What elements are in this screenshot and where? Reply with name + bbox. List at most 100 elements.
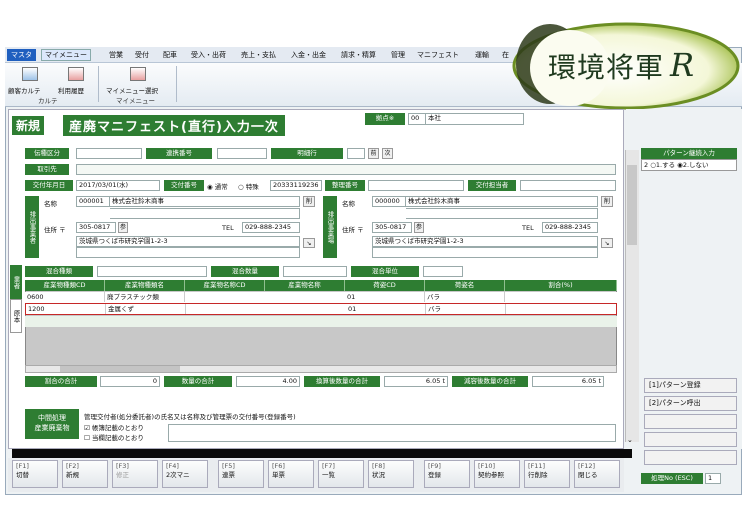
- menu-master[interactable]: マスタ: [7, 49, 36, 61]
- mymenu-select-icon[interactable]: [130, 67, 146, 81]
- empty-button-2[interactable]: [644, 432, 737, 447]
- menu-uriage[interactable]: 売上・支払: [241, 50, 276, 60]
- menu-ukeire[interactable]: 受入・出荷: [191, 50, 226, 60]
- middle-textarea[interactable]: [168, 424, 616, 442]
- left-name-input[interactable]: 株式会社鈴木商事: [110, 196, 300, 207]
- radio-special[interactable]: ○ 特殊: [238, 181, 259, 191]
- konbo-qty-input[interactable]: [283, 266, 347, 277]
- prev-button[interactable]: 前: [368, 148, 379, 159]
- right-name2-input[interactable]: [406, 208, 598, 219]
- left-name2-input[interactable]: [110, 208, 300, 219]
- right-addr-input[interactable]: 茨城県つくば市研究学園1-2-3: [372, 236, 598, 247]
- f4-button[interactable]: [F4] 2次マニ: [162, 460, 208, 488]
- radio-normal[interactable]: ◉ 通常: [207, 181, 228, 191]
- empty-button-3[interactable]: [644, 450, 737, 465]
- hscroll-thumb[interactable]: [60, 366, 180, 372]
- renkei-input[interactable]: [217, 148, 267, 159]
- meisai-label: 明細行: [271, 148, 343, 159]
- left-addr-search-icon[interactable]: ↘: [303, 238, 315, 248]
- pattern-opt2[interactable]: 2.しない: [683, 161, 709, 169]
- shori-input[interactable]: 1: [705, 473, 721, 484]
- denpyo-input[interactable]: [76, 148, 142, 159]
- left-code-input[interactable]: 000001: [76, 196, 110, 207]
- menu-unyu[interactable]: 運輸: [475, 50, 489, 60]
- tab-gyosha[interactable]: 業者: [10, 265, 22, 299]
- f11-button[interactable]: [F11] 行削除: [524, 460, 570, 488]
- left-addr2-input[interactable]: [76, 247, 300, 258]
- table-row-empty[interactable]: [25, 316, 617, 327]
- pattern-register-button[interactable]: [1]パターン登録: [644, 378, 737, 393]
- ribbon-karte-label[interactable]: 顧客カルテ: [8, 85, 41, 95]
- konbo-input[interactable]: [97, 266, 207, 277]
- f3-button[interactable]: [F3] 修正: [112, 460, 158, 488]
- pattern-radio-group[interactable]: 2 ○1.する ◉2.しない: [641, 159, 737, 171]
- left-tel-input[interactable]: 029-888-2345: [242, 222, 300, 233]
- f5-button[interactable]: [F5] 連票: [218, 460, 264, 488]
- fkey-label: 登録: [428, 471, 441, 479]
- fkey-num: [F12]: [578, 462, 596, 470]
- konbo-unit-input[interactable]: [423, 266, 463, 277]
- torihiki-input[interactable]: [76, 164, 616, 175]
- f10-button[interactable]: [F10] 契約参照: [474, 460, 520, 488]
- middle-opt1-checkbox[interactable]: ☑ 帳簿記載のとおり: [84, 422, 144, 432]
- menu-mymenu[interactable]: マイメニュー: [41, 49, 91, 61]
- right-code-input[interactable]: 000000: [372, 196, 406, 207]
- scroll-down-icon[interactable]: ⌄: [627, 436, 633, 444]
- karte-icon[interactable]: [22, 67, 38, 81]
- ribbon-group-mymenu: マイメニュー: [116, 97, 155, 105]
- pattern-call-button[interactable]: [2]パターン呼出: [644, 396, 737, 411]
- base-code-input[interactable]: 00: [408, 113, 426, 125]
- pattern-opt1[interactable]: 1.する: [656, 161, 675, 169]
- f9-button[interactable]: [F9] 登録: [424, 460, 470, 488]
- menu-uketsuke[interactable]: 受付: [135, 50, 149, 60]
- fkey-num: [F9]: [428, 462, 441, 470]
- menu-kanri[interactable]: 管理: [391, 50, 405, 60]
- right-zip-lookup-button[interactable]: 参: [414, 222, 424, 233]
- right-delete-button[interactable]: 削: [601, 196, 613, 207]
- middle-opt2-checkbox[interactable]: ☐ 当欄記載のとおり: [84, 432, 144, 442]
- left-addr-input[interactable]: 茨城県つくば市研究学園1-2-3: [76, 236, 300, 247]
- left-zip-input[interactable]: 305-0817: [76, 222, 116, 233]
- vscroll-thumb[interactable]: [627, 165, 637, 245]
- meisai-input[interactable]: [347, 148, 365, 159]
- f7-button[interactable]: [F7] 一覧: [318, 460, 364, 488]
- right-name-input[interactable]: 株式会社鈴木商事: [406, 196, 598, 207]
- pattern-title: パターン継続入力: [641, 148, 737, 159]
- right-addr-search-icon[interactable]: ↘: [601, 238, 613, 248]
- ribbon-history-label[interactable]: 利用履歴: [58, 85, 84, 95]
- seiri-input[interactable]: [368, 180, 464, 191]
- total-qty-label: 数量の合計: [164, 376, 232, 387]
- kofu-no-label: 交付番号: [164, 180, 204, 191]
- table-row-selected[interactable]: 1200 金属くず 01 バラ: [25, 303, 617, 315]
- cell: 金属くず: [106, 304, 186, 314]
- tanto-input[interactable]: [520, 180, 616, 191]
- menu-eigyo[interactable]: 営業: [109, 50, 123, 60]
- next-button[interactable]: 次: [382, 148, 393, 159]
- menu-haisha[interactable]: 配車: [163, 50, 177, 60]
- menu-nyukin[interactable]: 入金・出金: [291, 50, 326, 60]
- menu-more[interactable]: 在: [502, 50, 509, 60]
- fkey-label: 行削除: [528, 471, 548, 479]
- ribbon-mymenu-select-label[interactable]: マイメニュー選択: [106, 85, 158, 95]
- history-icon[interactable]: [68, 67, 84, 81]
- kofu-no-input[interactable]: 20333119236: [270, 180, 322, 191]
- fkey-label: 切替: [16, 471, 29, 479]
- table-row[interactable]: 0600 廃プラスチック類 01 バラ: [25, 292, 617, 303]
- right-addr2-input[interactable]: [372, 247, 598, 258]
- f12-button[interactable]: [F12] 閉じる: [574, 460, 620, 488]
- empty-button-1[interactable]: [644, 414, 737, 429]
- right-zip-input[interactable]: 305-0817: [372, 222, 412, 233]
- right-tel-input[interactable]: 029-888-2345: [542, 222, 598, 233]
- left-zip-lookup-button[interactable]: 参: [118, 222, 128, 233]
- left-delete-button[interactable]: 削: [303, 196, 315, 207]
- f2-button[interactable]: [F2] 新規: [62, 460, 108, 488]
- f8-button[interactable]: [F8] 状況: [368, 460, 414, 488]
- right-addr-label: 住所 〒: [342, 226, 364, 234]
- f1-button[interactable]: [F1] 切替: [12, 460, 58, 488]
- f6-button[interactable]: [F6] 単票: [268, 460, 314, 488]
- renkei-label: 連携番号: [146, 148, 212, 159]
- kofu-date-input[interactable]: 2017/03/01(水): [76, 180, 160, 191]
- menu-seikyu[interactable]: 請求・精算: [341, 50, 376, 60]
- menu-manifest[interactable]: マニフェスト: [417, 50, 459, 60]
- tab-genpon[interactable]: 原本: [10, 299, 22, 333]
